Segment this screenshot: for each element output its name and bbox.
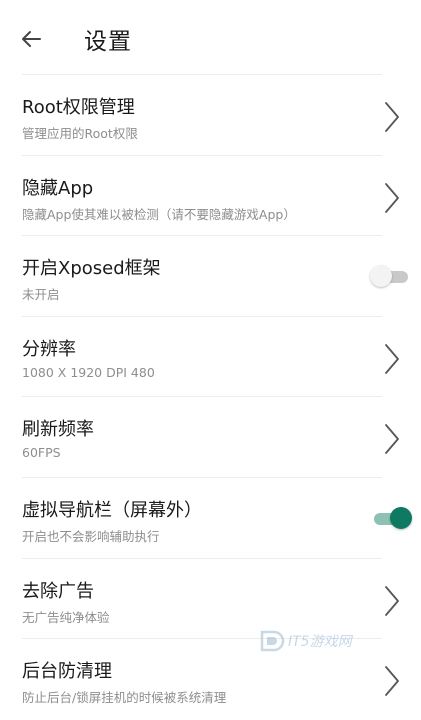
setting-xposed: 开启Xposed框架 未开启 [22,235,408,316]
watermark-text: IT5游戏网 [288,634,352,650]
top-bar: 设置 [0,0,421,76]
setting-resolution[interactable]: 分辨率 1080 X 1920 DPI 480 [22,315,399,397]
virtual-navbar-toggle[interactable] [370,506,412,529]
setting-title: 刷新频率 [22,419,94,441]
toggle-knob [370,265,392,288]
setting-hide-app[interactable]: 隐藏App 隐藏App使其难以被检测（请不要隐藏游戏App） [22,154,399,236]
setting-subtitle: 防止后台/锁屏挂机的时候被系统清理 [22,690,227,706]
chevron-right-icon [385,424,399,455]
xposed-toggle[interactable] [370,265,410,288]
chevron-right-icon [385,102,399,132]
setting-subtitle: 无广告纯净体验 [22,609,110,625]
watermark-logo-icon [260,630,285,652]
setting-title: 分辨率 [22,338,76,360]
toggle-knob [390,506,412,529]
page-title: 设置 [84,29,132,55]
chevron-right-icon [385,343,399,374]
setting-refresh-rate[interactable]: 刷新频率 60FPS [22,396,399,477]
setting-title: 虚拟导航栏（屏幕外） [22,499,202,521]
setting-root-permission[interactable]: Root权限管理 管理应用的Root权限 [22,74,399,155]
setting-subtitle: 60FPS [22,445,61,461]
setting-remove-ads[interactable]: 去除广告 无广告纯净体验 [22,557,399,639]
settings-list: Root权限管理 管理应用的Root权限 隐藏App 隐藏App使其难以被检测（… [0,74,421,719]
setting-subtitle: 隐藏App使其难以被检测（请不要隐藏游戏App） [22,206,296,222]
setting-subtitle: 1080 X 1920 DPI 480 [22,364,155,380]
arrow-left-icon [22,31,41,47]
chevron-right-icon [385,182,399,213]
setting-title: 后台防清理 [22,661,112,683]
chevron-right-icon [385,585,399,616]
site-watermark: IT5游戏网 [258,628,374,654]
setting-subtitle: 未开启 [22,287,60,303]
setting-title: 去除广告 [22,580,94,602]
setting-title: 开启Xposed框架 [22,258,161,280]
setting-subtitle: 开启也不会影响辅助执行 [22,528,160,544]
setting-subtitle: 管理应用的Root权限 [22,126,138,141]
setting-title: Root权限管理 [22,97,135,118]
setting-title: 隐藏App [22,177,94,199]
setting-virtual-navbar: 虚拟导航栏（屏幕外） 开启也不会影响辅助执行 [22,476,412,558]
back-button[interactable] [18,26,44,52]
chevron-right-icon [385,666,399,697]
